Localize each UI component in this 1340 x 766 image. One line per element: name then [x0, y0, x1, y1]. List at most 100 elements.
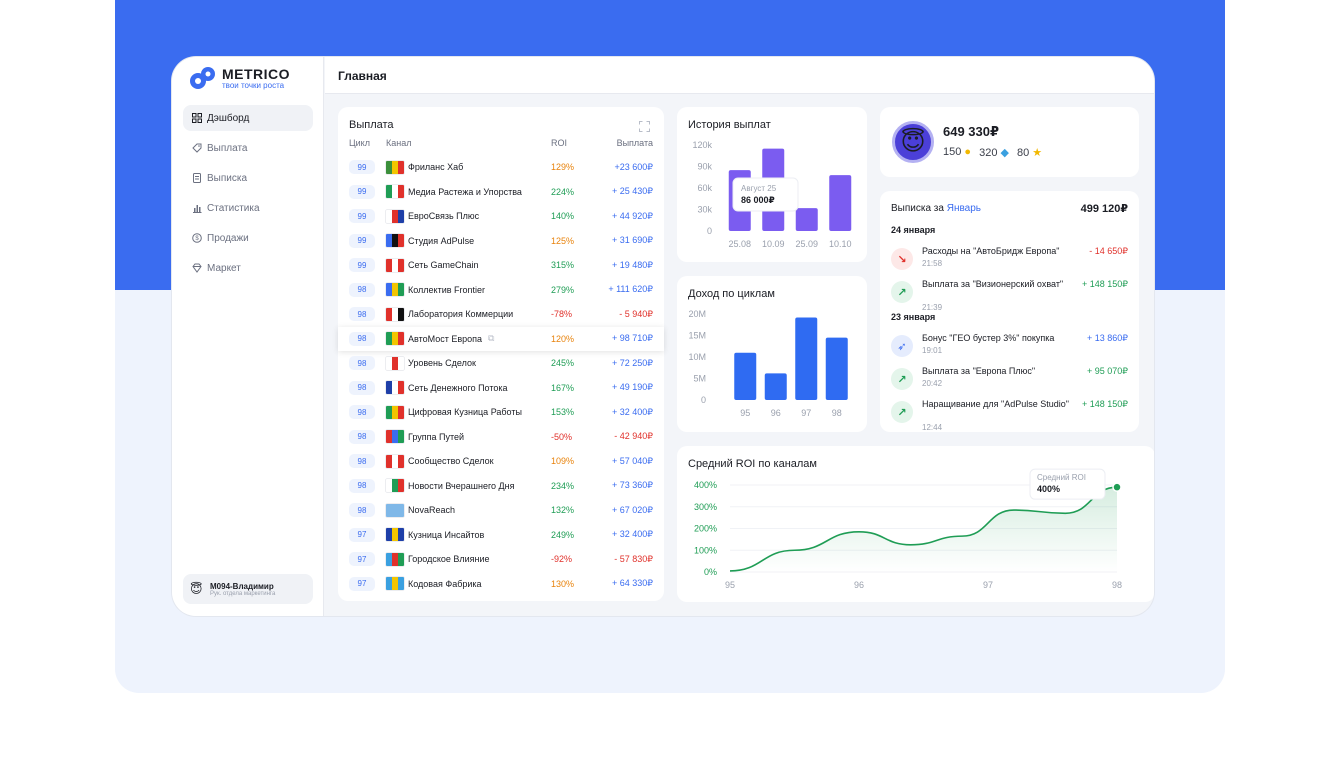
roi-value: 120%: [551, 333, 575, 344]
tooltip-label: Средний ROI: [1037, 473, 1086, 482]
table-row[interactable]: 98 АвтоМост Европа 120% + 98 710₽ ⧉: [338, 326, 664, 351]
statement-item-time: 12:44: [922, 423, 943, 432]
statement-item[interactable]: ↗ Выплата за "Визионерский охват" 21:39 + 1…: [891, 279, 1128, 312]
table-row[interactable]: 97 Кузница Инсайтов 249% + 32 400₽: [338, 523, 664, 548]
payout-amount: +23 600₽: [614, 161, 653, 172]
statement-item-amount: + 13 860₽: [1086, 333, 1128, 343]
y-tick-label: 400%: [694, 480, 717, 490]
flag-icon: [386, 160, 404, 174]
table-row[interactable]: 98 Лаборатория Коммерции -78% - 5 940₽: [338, 302, 664, 327]
statement-item[interactable]: ↗ Наращивание для "AdPulse Studio" 12:44 + …: [891, 399, 1128, 432]
cycle-badge: 99: [349, 209, 375, 224]
cycle-badge: 99: [349, 233, 375, 248]
payout-title: Выплата: [349, 119, 394, 131]
statement-item-title: Расходы на "АвтоБридж Европа": [922, 246, 1060, 256]
statement-item-title: Наращивание для "AdPulse Studio": [922, 399, 1069, 409]
sidebar-nav: Дэшборд Выплата Выписка Статистика $ Про…: [183, 105, 313, 285]
payout-amount: + 31 690₽: [611, 235, 653, 246]
y-tick-label: 5M: [693, 374, 706, 384]
cycle-badge: 97: [349, 552, 375, 567]
payout-amount: - 5 940₽: [619, 308, 653, 319]
expand-icon[interactable]: [639, 119, 650, 132]
sidebar: METRICO твои точки роста Дэшборд Выплата: [172, 57, 324, 616]
table-row[interactable]: 98 Сообщество Сделок 109% + 57 040₽: [338, 449, 664, 474]
flag-icon: [386, 332, 404, 346]
app-window: METRICO твои точки роста Дэшборд Выплата: [172, 57, 1154, 616]
payout-amount: + 111 620₽: [608, 284, 653, 295]
x-tick-label: 98: [832, 408, 842, 418]
flag-icon: [386, 209, 404, 223]
payout-amount: - 42 940₽: [614, 431, 653, 442]
statement-item[interactable]: ➶ Бонус "ГЕО бустер 3%" покупка 19:01 + 13 …: [891, 333, 1128, 363]
table-row[interactable]: 98 Группа Путей -50% - 42 940₽: [338, 425, 664, 450]
bar: [734, 352, 757, 400]
bar: [764, 373, 787, 400]
arrow-down-right-icon: ↘: [891, 248, 913, 270]
cycle-badge: 98: [349, 307, 375, 322]
logo[interactable]: METRICO твои точки роста: [188, 65, 290, 91]
statement-item[interactable]: ↘ Расходы на "АвтоБридж Европа" 21:58 - 14 …: [891, 246, 1128, 276]
sidebar-item-dashboard[interactable]: Дэшборд: [183, 105, 313, 131]
sidebar-item-statement[interactable]: Выписка: [183, 165, 313, 191]
table-row[interactable]: 99 ЕвроСвязь Плюс 140% + 44 920₽: [338, 204, 664, 229]
income-chart: 0 5M 10M 15M 20M 95 96 97 98: [688, 309, 848, 418]
cycle-badge: 98: [349, 356, 375, 371]
table-row[interactable]: 99 Фриланс Хаб 129% +23 600₽: [338, 155, 664, 180]
x-tick-label: 95: [725, 580, 735, 590]
column-header-roi[interactable]: ROI: [551, 138, 567, 148]
statement-item-title: Бонус "ГЕО бустер 3%" покупка: [922, 333, 1055, 343]
table-row[interactable]: 98 Уровень Сделок 245% + 72 250₽: [338, 351, 664, 376]
copy-icon[interactable]: ⧉: [488, 333, 494, 344]
roi-value: -78%: [551, 309, 573, 320]
table-row[interactable]: 98 NovaReach 132% + 67 020₽: [338, 498, 664, 523]
table-row[interactable]: 98 Сеть Денежного Потока 167% + 49 190₽: [338, 376, 664, 401]
table-row[interactable]: 99 Медиа Растежа и Упорства 224% + 25 430₽: [338, 180, 664, 205]
cycle-badge: 99: [349, 184, 375, 199]
y-tick-label: 200%: [694, 524, 717, 534]
x-tick-label: 25.08: [728, 239, 751, 249]
statement-item[interactable]: ↗ Выплата за "Европа Плюс" 20:42 + 95 070₽: [891, 366, 1128, 396]
roi-value: -92%: [551, 554, 573, 565]
table-row[interactable]: 98 Новости Вчерашнего Дня 234% + 73 360₽: [338, 474, 664, 499]
statement-list: 24 января ↘ Расходы на "АвтоБридж Европа" 2…: [880, 191, 1139, 432]
cycle-badge: 98: [349, 429, 375, 444]
payout-amount: - 57 830₽: [614, 553, 653, 564]
statement-item-time: 19:01: [922, 346, 943, 355]
sidebar-item-statistics[interactable]: Статистика: [183, 195, 313, 221]
payout-amount: + 64 330₽: [611, 578, 653, 589]
cycle-badge: 97: [349, 527, 375, 542]
bar-chart-icon: [192, 203, 202, 213]
sidebar-item-sales[interactable]: $ Продажи: [183, 225, 313, 251]
x-tick-label: 10.10: [829, 239, 852, 249]
table-row[interactable]: 97 Кодовая Фабрика 130% + 64 330₽: [338, 572, 664, 597]
payout-amount: + 44 920₽: [611, 210, 653, 221]
y-tick-label: 0: [707, 226, 712, 236]
bar: [825, 337, 848, 400]
cycle-badge: 98: [349, 405, 375, 420]
y-tick-label: 120k: [692, 140, 712, 150]
sidebar-item-label: Выплата: [207, 142, 248, 154]
x-tick-label: 25.09: [795, 239, 818, 249]
table-row[interactable]: 98 Коллектив Frontier 279% + 111 620₽: [338, 278, 664, 303]
column-header-cycle[interactable]: Цикл: [349, 138, 370, 148]
sidebar-item-market[interactable]: Маркет: [183, 255, 313, 281]
channel-name: Сеть GameChain: [408, 260, 479, 271]
roi-value: 245%: [551, 358, 575, 369]
flag-icon: [386, 479, 404, 493]
statement-item-title: Выплата за "Визионерский охват": [922, 279, 1064, 289]
column-header-channel[interactable]: Канал: [386, 138, 411, 148]
y-tick-label: 10M: [688, 352, 706, 362]
column-header-payout[interactable]: Выплата: [617, 138, 653, 148]
coins-stat: 150 ●: [943, 146, 971, 159]
table-row[interactable]: 99 Сеть GameChain 315% + 19 480₽: [338, 253, 664, 278]
roi-value: 153%: [551, 407, 575, 418]
table-row[interactable]: 98 Цифровая Кузница Работы 153% + 32 400₽: [338, 400, 664, 425]
sidebar-item-payout[interactable]: Выплата: [183, 135, 313, 161]
table-row[interactable]: 99 Студия AdPulse 125% + 31 690₽: [338, 229, 664, 254]
tooltip-label: Август 25: [741, 184, 777, 193]
table-row[interactable]: 97 Городское Влияние -92% - 57 830₽: [338, 547, 664, 572]
payout-amount: + 32 400₽: [611, 406, 653, 417]
channel-name: Кодовая Фабрика: [408, 578, 482, 589]
cycle-badge: 98: [349, 478, 375, 493]
user-profile[interactable]: 😇 M094-Владимир Рук. отдела маркетинга: [183, 574, 313, 604]
